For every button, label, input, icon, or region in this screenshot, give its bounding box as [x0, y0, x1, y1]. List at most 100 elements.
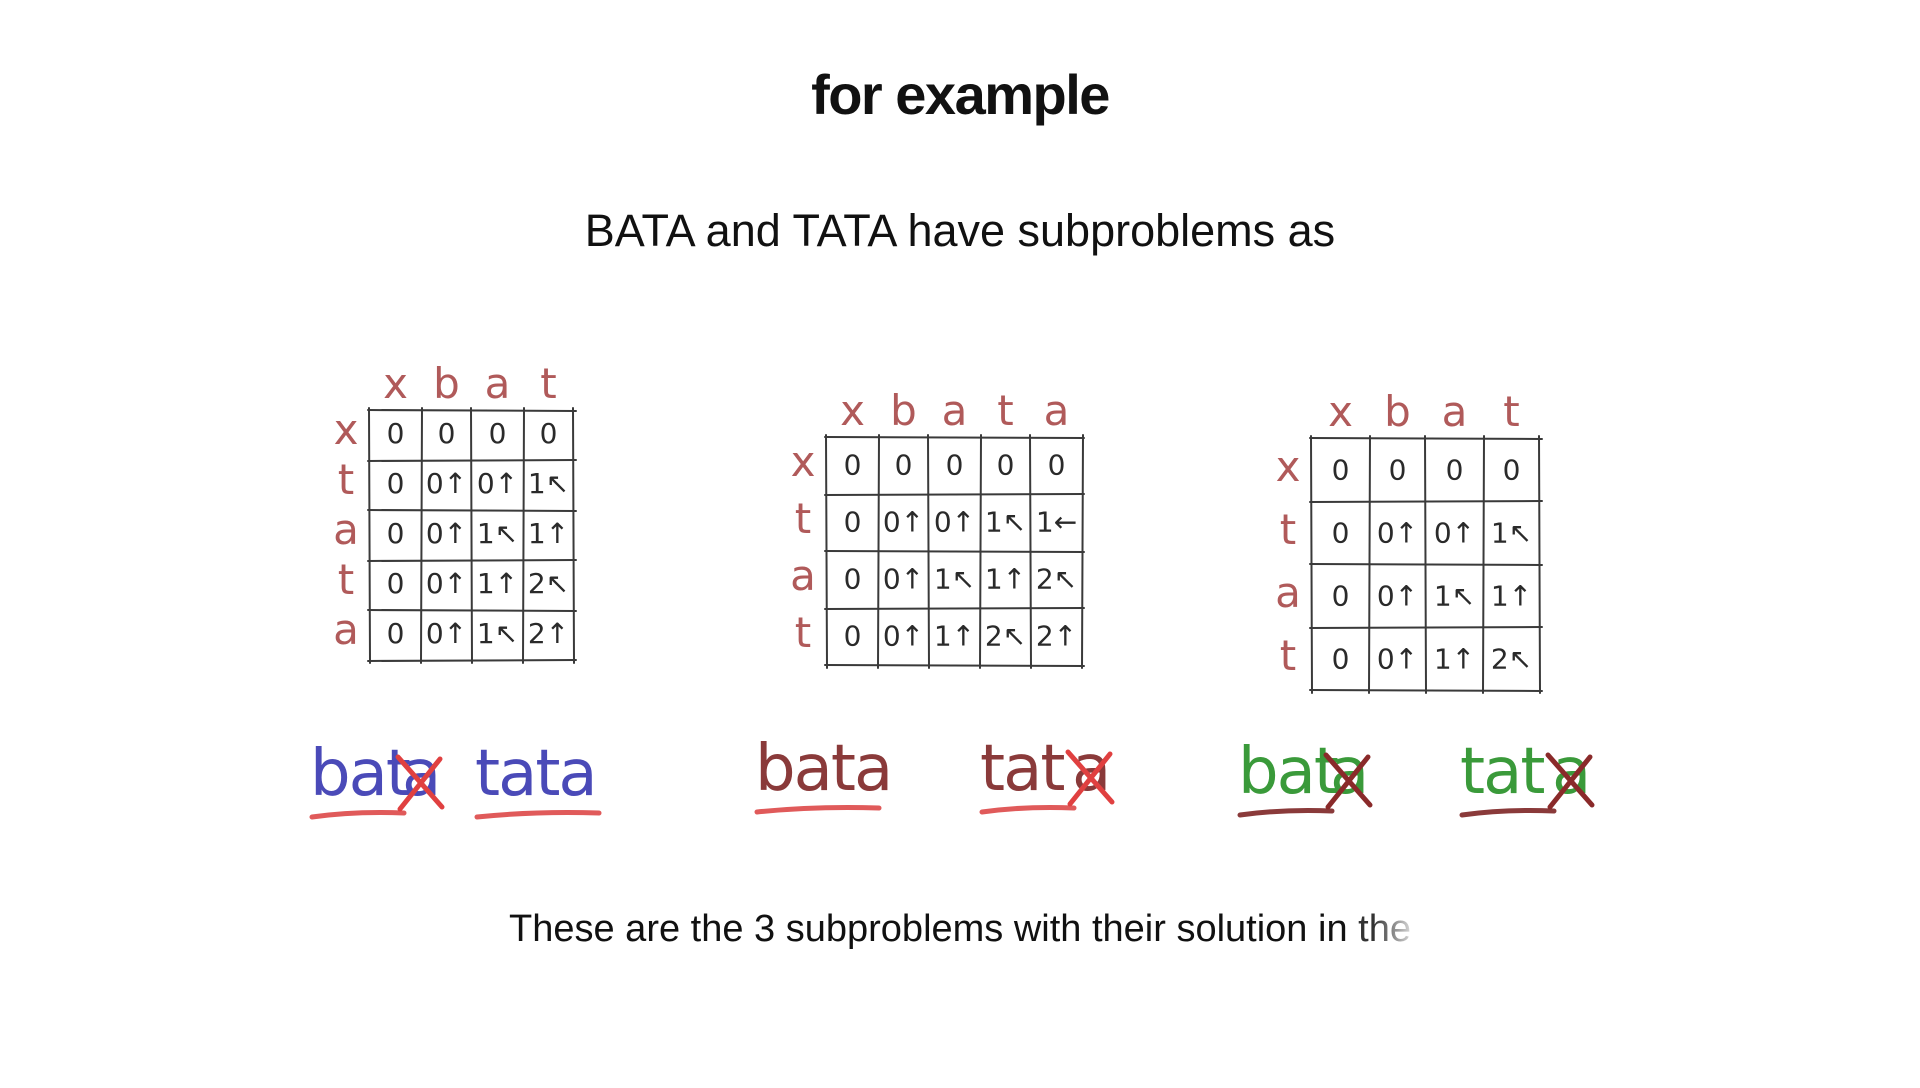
table-cell: 2↑	[528, 617, 569, 650]
table-cell: 0	[489, 417, 507, 450]
column-label: a	[1044, 386, 1070, 435]
grid-line	[367, 459, 577, 462]
grid-line	[1309, 500, 1543, 503]
slide-caption: These are the 3 subproblems with their s…	[0, 908, 1920, 951]
column-label: b	[890, 386, 917, 435]
table-cell: 1←	[1036, 506, 1077, 539]
grid-line	[1309, 563, 1543, 566]
table-cell: 0	[844, 620, 862, 653]
row-label: x	[334, 405, 359, 454]
table-cell: 0↑	[426, 517, 467, 550]
subproblem-panel-1: x b a t x t a t a 0 0 0 0 0 0↑ 0↑ 1↖ 0 0↑ 1↖ 1↑ 0 0↑ 1↑ 2↖ 0 0↑ 1↖ 2…	[300, 350, 680, 840]
table-cell: 0↑	[426, 567, 467, 600]
column-label: x	[383, 359, 408, 408]
table-cell: 0	[1332, 580, 1350, 613]
table-cell: 0	[1446, 454, 1464, 487]
right-word: tat	[1460, 735, 1544, 809]
table-cell: 0	[438, 417, 456, 450]
grid-line	[367, 409, 577, 412]
row-label: a	[333, 505, 359, 554]
table-cell: 1↑	[985, 563, 1026, 596]
table-cell: 0↑	[1434, 517, 1475, 550]
row-label: a	[790, 551, 816, 600]
table-cell: 0↑	[1377, 517, 1418, 550]
grid-line	[824, 550, 1085, 553]
table-cell: 0	[844, 563, 862, 596]
table-cell: 0	[387, 517, 405, 550]
table-cell: 0	[844, 449, 862, 482]
grid-line	[367, 559, 577, 562]
table-cell: 1↖	[1491, 517, 1532, 550]
left-word: bata	[755, 732, 891, 806]
row-label: t	[338, 455, 354, 504]
slide-title: for example	[811, 63, 1110, 126]
row-label: t	[1280, 631, 1296, 680]
table-cell: 0	[1332, 643, 1350, 676]
table-cell: 1↑	[1491, 580, 1532, 613]
table-cell: 0↑	[426, 617, 467, 650]
table-cell: 0	[946, 449, 964, 482]
table-cell: 2↖	[1491, 643, 1532, 676]
grid-line	[824, 493, 1085, 496]
grid-line	[824, 607, 1085, 610]
row-label: t	[795, 608, 811, 657]
grid-line	[824, 436, 1085, 439]
table-cell: 1↖	[528, 467, 569, 500]
table-cell: 1↑	[1434, 643, 1475, 676]
table-cell: 1↑	[934, 620, 975, 653]
table-cell: 0	[1332, 454, 1350, 487]
table-cell: 0	[387, 417, 405, 450]
table-cell: 2↖	[985, 620, 1026, 653]
row-label: a	[333, 605, 359, 654]
table-cell: 1↑	[477, 567, 518, 600]
column-label: b	[1384, 387, 1411, 436]
right-word-underline	[979, 805, 1077, 815]
table-cell: 1↖	[934, 563, 975, 596]
table-cell: 0	[1332, 517, 1350, 550]
table-cell: 0	[844, 506, 862, 539]
table-cell: 0↑	[1377, 580, 1418, 613]
table-cell: 1↖	[1434, 580, 1475, 613]
grid-line	[824, 664, 1085, 667]
table-cell: 1↖	[477, 617, 518, 650]
row-label: x	[791, 437, 816, 486]
subproblem-panel-2: x b a t a x t a t 0 0 0 0 0 0 0↑ 0↑ 1↖ 1← 0 0↑ 1↖ 1↑ 2↖ 0 0↑ 1↑ 2↖ 2…	[754, 375, 1190, 835]
grid-line	[522, 407, 525, 664]
grid-line	[368, 407, 371, 664]
column-label: a	[942, 386, 968, 435]
right-word: tat	[980, 732, 1064, 806]
left-word-underline	[1237, 808, 1335, 818]
left-word: bat	[310, 737, 410, 811]
right-word: tata	[475, 737, 596, 811]
table-cell: 0	[387, 617, 405, 650]
table-cell: 0↑	[883, 506, 924, 539]
row-label: a	[1275, 568, 1301, 617]
column-label: x	[1328, 387, 1353, 436]
column-label: x	[840, 386, 865, 435]
table-cell: 2↑	[1036, 620, 1077, 653]
caption-fading-text: the	[1358, 908, 1411, 950]
table-cell: 1↑	[528, 517, 569, 550]
table-cell: 0↑	[477, 467, 518, 500]
grid-line	[1309, 689, 1543, 692]
table-cell: 0	[387, 567, 405, 600]
dp-table-2: x b a t axtat0 0 0 0 00 0↑ 0↑ 1↖ 1←0 0↑ 1↖ 1↑ 2↖0 0↑ 1↑ 2↖ 2…	[754, 386, 1115, 815]
dp-table-1: x b a txtata0 0 0 00 0↑ 0↑ 1↖0 0↑ 1↖ 1↑0 0↑ 1↑ 2↖0 0↑ 1↖ 2…	[309, 359, 602, 820]
grid-line	[420, 407, 423, 664]
column-label: a	[1442, 387, 1468, 436]
grid-line	[1309, 626, 1543, 629]
grid-line	[367, 659, 577, 662]
table-cell: 0↑	[1377, 643, 1418, 676]
column-label: t	[540, 359, 556, 408]
row-label: x	[1276, 442, 1301, 491]
table-cell: 1↖	[477, 517, 518, 550]
table-cell: 0	[997, 449, 1015, 482]
table-cell: 0↑	[934, 506, 975, 539]
subproblem-panel-3: x b a t x t a t 0 0 0 0 0 0↑ 0↑ 1↖ 0 0↑ 1↖ 1↑ 0 0↑ 1↑ 2↖ bat a tat…	[1237, 375, 1670, 835]
table-cell: 0	[1389, 454, 1407, 487]
table-cell: 0	[895, 449, 913, 482]
grid-line	[1309, 437, 1543, 440]
table-cell: 1↖	[985, 506, 1026, 539]
table-cell: 0	[1048, 449, 1066, 482]
table-cell: 2↖	[1036, 563, 1077, 596]
